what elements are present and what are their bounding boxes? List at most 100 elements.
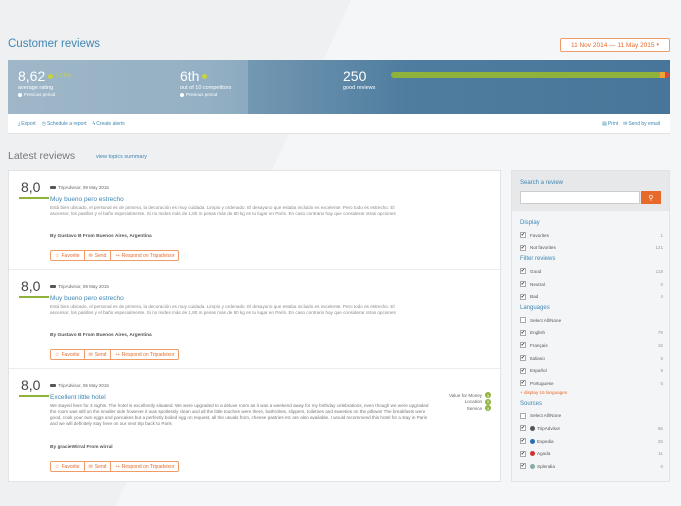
review-title[interactable]: Muy bueno pero estrecho <box>50 196 124 203</box>
filter-option-label: Neutral <box>530 281 545 287</box>
favorite-label: Favorite <box>61 351 80 358</box>
tripadvisor-icon <box>50 285 56 288</box>
display-more-languages-link[interactable]: + display 16 languages <box>520 390 663 399</box>
star-icon: ☆ <box>55 351 60 358</box>
view-topics-link[interactable]: view topics summary <box>96 154 147 160</box>
filter-option-label: Splendia <box>537 463 555 469</box>
subscore-badge: 5 <box>485 405 492 412</box>
review-title[interactable]: Excellent little hotel <box>50 394 106 401</box>
filter-option-label: TripAdvisor <box>537 425 561 431</box>
checkbox-checked[interactable]: ✔ <box>520 450 526 457</box>
filter-option-languages[interactable]: ✔ Italiano 6 <box>520 352 663 365</box>
agoda-icon <box>530 451 535 457</box>
filter-option-sources[interactable]: ✔ TripAdvisor 85 <box>520 422 663 435</box>
checkbox-unchecked[interactable] <box>520 412 526 419</box>
checkbox-checked[interactable]: ✔ <box>520 281 526 288</box>
filter-option-display[interactable]: ✔ Not favorites 121 <box>520 242 663 255</box>
filter-option-filter[interactable]: ✔ Neutral 0 <box>520 278 663 291</box>
schedule-report-link[interactable]: ◷ Schedule a report <box>42 121 87 127</box>
filter-option-label: Select All/None <box>530 413 562 419</box>
sentiment-bar <box>391 72 669 78</box>
filter-option-label-wrap: Bad <box>530 294 660 299</box>
checkbox-checked[interactable]: ✔ <box>520 293 526 300</box>
tripadvisor-icon <box>50 384 56 387</box>
checkbox-checked[interactable]: ✔ <box>520 438 526 445</box>
filter-option-count: 8 <box>660 368 663 374</box>
filter-option-label-wrap: Good <box>530 269 656 274</box>
stat-rating: 8,62 + 1.5% average rating Previous perio… <box>18 68 71 97</box>
filter-option-sources[interactable]: ✔ Expedia 25 <box>520 435 663 448</box>
good-value: 250 <box>343 68 367 84</box>
filter-option-label-wrap: Favorites <box>530 233 660 238</box>
schedule-label: Schedule a report <box>47 121 87 127</box>
filter-option-label-wrap: Español <box>530 368 660 373</box>
review-meta: TripAdvisor, 06 May 2015 <box>50 383 109 388</box>
send-button[interactable]: ✉ Send <box>83 251 111 260</box>
checkbox-unchecked[interactable] <box>520 317 526 324</box>
checkbox-checked[interactable]: ✔ <box>520 268 526 275</box>
search-input[interactable] <box>520 191 640 204</box>
filter-option-languages[interactable]: ✔ Español 8 <box>520 364 663 377</box>
review-meta: TripAdvisor, 09 May 2015 <box>50 185 109 190</box>
checkbox-checked[interactable]: ✔ <box>520 355 526 362</box>
filter-option-label: Français <box>530 342 548 348</box>
filter-option-filter[interactable]: ✔ Bad 4 <box>520 290 663 303</box>
checkbox-checked[interactable]: ✔ <box>520 329 526 336</box>
star-icon: ☆ <box>55 252 60 259</box>
filter-option-languages[interactable]: ✔ Portuguese 5 <box>520 377 663 390</box>
filter-option-label-wrap: Français <box>530 343 658 348</box>
stat-rank: 6th out of 10 competitors Previous perio… <box>180 68 231 97</box>
filter-option-display[interactable]: ✔ Favorites 1 <box>520 229 663 242</box>
filter-option-languages[interactable]: ✔ Français 16 <box>520 339 663 352</box>
filter-group-title-display: Display <box>520 220 540 226</box>
export-label: Export <box>21 121 36 127</box>
review-title[interactable]: Muy bueno pero estrecho <box>50 295 124 302</box>
filter-option-count: 79 <box>657 330 663 336</box>
review-text: Está bien ubicado, el personal es de pri… <box>50 205 396 217</box>
review-author: By gracieWirral From wirral <box>50 445 113 450</box>
envelope-icon: ✉ <box>88 252 93 259</box>
filter-option-label: Bad <box>530 294 539 300</box>
checkbox-checked[interactable]: ✔ <box>520 244 526 251</box>
respond-button[interactable]: ↪ Respond on Tripadvisor <box>110 350 178 359</box>
filter-option-filter[interactable]: ✔ Good 118 <box>520 265 663 278</box>
review-item: 8,0 TripAdvisor, 09 May 2015 Muy bueno p… <box>9 171 502 270</box>
filter-option-label: Español <box>530 368 547 374</box>
filter-option-label: Favorites <box>530 232 549 238</box>
filter-option-sources[interactable]: Select All/None <box>520 410 663 423</box>
filter-option-sources[interactable]: ✔ Splendia 0 <box>520 460 663 473</box>
send-email-link[interactable]: ✉ Send by email <box>623 121 660 127</box>
create-alerts-link[interactable]: ϟ Create alerts <box>93 121 125 127</box>
print-link[interactable]: ▤ Print <box>602 121 618 127</box>
favorite-button[interactable]: ☆ Favorite <box>51 350 84 359</box>
filter-option-count: 121 <box>655 245 663 251</box>
send-button[interactable]: ✉ Send <box>83 462 111 471</box>
favorite-button[interactable]: ☆ Favorite <box>51 251 84 260</box>
subscores: Value for Money 5 Location 5 Service 5 <box>449 392 492 412</box>
filter-option-languages[interactable]: Select All/None <box>520 314 663 327</box>
filter-option-label: Agoda <box>537 451 551 457</box>
checkbox-checked[interactable]: ✔ <box>520 232 526 239</box>
checkbox-checked[interactable]: ✔ <box>520 367 526 374</box>
subscore-label: Service <box>466 405 483 411</box>
rating-value: 8,62 <box>18 68 46 84</box>
checkbox-checked[interactable]: ✔ <box>520 380 526 387</box>
filter-group-title-sources: Sources <box>520 400 543 407</box>
checkbox-checked[interactable]: ✔ <box>520 463 526 470</box>
subscore-label: Value for Money <box>449 392 483 398</box>
filter-option-sources[interactable]: ✔ Agoda 11 <box>520 447 663 460</box>
search-button[interactable]: ⚲ <box>641 191 661 204</box>
respond-button[interactable]: ↪ Respond on Tripadvisor <box>110 462 178 471</box>
favorite-label: Favorite <box>61 463 80 470</box>
favorite-button[interactable]: ☆ Favorite <box>51 462 84 471</box>
filter-option-count: 118 <box>655 268 663 274</box>
filter-option-languages[interactable]: ✔ English 79 <box>520 327 663 340</box>
checkbox-checked[interactable]: ✔ <box>520 342 526 349</box>
checkbox-checked[interactable]: ✔ <box>520 425 526 432</box>
export-link[interactable]: ⤓ Export <box>18 121 36 127</box>
date-range-picker[interactable]: 11 Nov 2014 — 11 May 2015 ▾ <box>560 38 670 52</box>
respond-button[interactable]: ↪ Respond on Tripadvisor <box>110 251 178 260</box>
send-button[interactable]: ✉ Send <box>83 350 111 359</box>
print-icon: ▤ <box>602 121 607 127</box>
filter-option-label: Expedia <box>537 438 554 444</box>
